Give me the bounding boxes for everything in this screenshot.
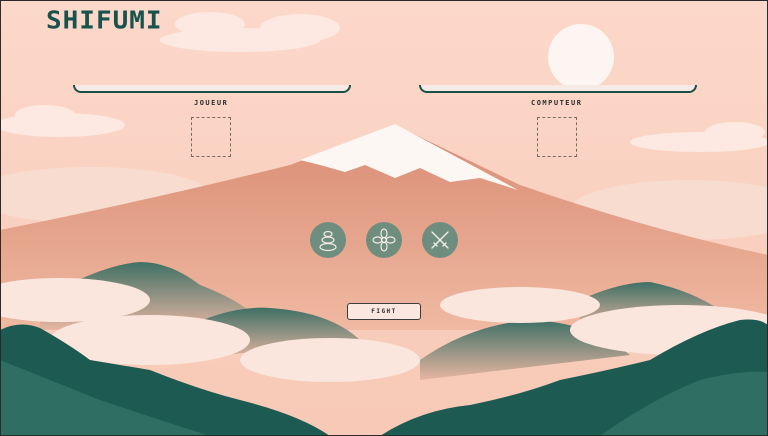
rock-button[interactable] (310, 222, 346, 258)
player-label: JOUEUR (194, 99, 229, 107)
crossed-swords-icon (431, 231, 449, 249)
computer-choice-slot (537, 117, 577, 157)
player-health-bar (73, 85, 351, 93)
player-choice-slot (191, 117, 231, 157)
sun (548, 24, 614, 90)
paper-button[interactable] (366, 222, 402, 258)
flower-icon (372, 228, 396, 252)
fight-button[interactable]: FIGHT (347, 303, 421, 320)
computer-health-bar (419, 85, 697, 93)
app-logo: SHIFUMI (46, 6, 163, 36)
background-landscape (0, 0, 768, 436)
scissors-button[interactable] (422, 222, 458, 258)
computer-label: COMPUTEUR (531, 99, 583, 107)
stacked-stones-icon (319, 230, 337, 252)
